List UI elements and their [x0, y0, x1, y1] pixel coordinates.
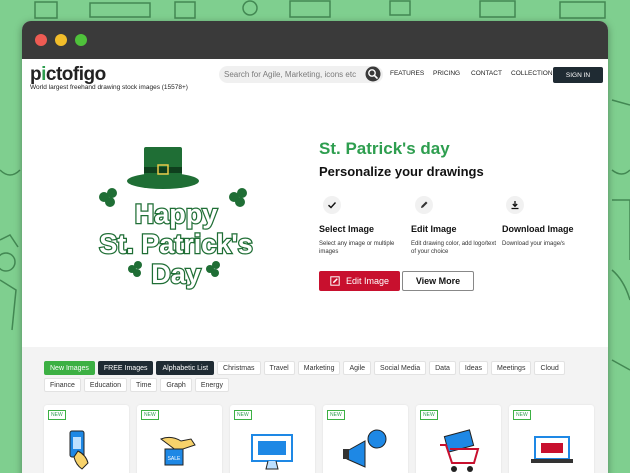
- new-badge: NEW: [234, 410, 252, 420]
- step-description: Select any image or multiple images: [319, 241, 395, 256]
- tag-christmas[interactable]: Christmas: [217, 361, 261, 375]
- tag-finance[interactable]: Finance: [44, 378, 81, 392]
- nav-features[interactable]: FEATURES: [390, 70, 424, 77]
- step-edit-image: Edit Image Edit drawing color, add logo/…: [411, 196, 501, 257]
- tag-marketing[interactable]: Marketing: [297, 361, 341, 375]
- image-card[interactable]: NEW SALE: [137, 405, 222, 473]
- phone-hand-icon: [69, 430, 89, 470]
- edit-image-button[interactable]: Edit Image: [319, 271, 400, 291]
- image-card[interactable]: NEW: [323, 405, 408, 473]
- image-card[interactable]: NEW: [416, 405, 501, 473]
- step-title: Select Image: [319, 224, 375, 234]
- laptop-sale-icon: [531, 436, 573, 463]
- hero-subtitle: Personalize your drawings: [319, 164, 484, 179]
- hero-title: St. Patrick's day: [319, 139, 450, 158]
- minimize-window-button[interactable]: [55, 34, 67, 46]
- window-titlebar: [22, 21, 608, 59]
- tag-cloud[interactable]: Cloud: [534, 361, 565, 375]
- tag-travel[interactable]: Travel: [263, 361, 295, 375]
- sign-in-button[interactable]: SIGN IN: [553, 67, 603, 83]
- view-more-button[interactable]: View More: [402, 271, 474, 291]
- maximize-window-button[interactable]: [75, 34, 87, 46]
- tag-free-images[interactable]: FREE Images: [97, 361, 154, 375]
- tag-alphabetic-list[interactable]: Alphabetic List: [156, 361, 215, 375]
- step-download-image: Download Image Download your image/s: [502, 196, 592, 248]
- art-line-2: St. Patrick's: [99, 229, 253, 259]
- browser-window: pictofigo World largest freehand drawing…: [22, 21, 608, 473]
- tag-meetings[interactable]: Meetings: [491, 361, 532, 375]
- nav-pricing[interactable]: PRICING: [433, 70, 460, 77]
- step-description: Download your image/s: [502, 241, 565, 247]
- st-patricks-art-icon[interactable]: Happy St. Patrick's Day: [88, 145, 268, 295]
- image-cards: NEW NEW SALE NEW NEW NEW NEW: [44, 405, 594, 473]
- gallery-section: New Images FREE Images Alphabetic List C…: [22, 347, 608, 473]
- step-title: Download Image: [502, 224, 574, 234]
- tag-social-media[interactable]: Social Media: [374, 361, 427, 375]
- nav-contact[interactable]: CONTACT: [471, 70, 502, 77]
- pencil-icon: [415, 196, 433, 214]
- checkmark-icon: [323, 196, 341, 214]
- new-badge: NEW: [513, 410, 531, 420]
- tag-ideas[interactable]: Ideas: [458, 361, 489, 375]
- step-title: Edit Image: [411, 224, 457, 234]
- edit-icon: [330, 276, 340, 286]
- site-logo[interactable]: pictofigo: [30, 64, 106, 86]
- tag-energy[interactable]: Energy: [194, 378, 229, 392]
- tag-time[interactable]: Time: [130, 378, 158, 392]
- image-card[interactable]: NEW: [509, 405, 594, 473]
- download-icon: [506, 196, 524, 214]
- site-tagline: World largest freehand drawing stock ima…: [30, 84, 188, 91]
- new-badge: NEW: [141, 410, 159, 420]
- tag-agile[interactable]: Agile: [343, 361, 372, 375]
- art-line-1: Happy: [135, 199, 218, 229]
- tag-new-images[interactable]: New Images: [44, 361, 95, 375]
- shopping-cart-icon: [440, 429, 480, 472]
- monitor-sale-icon: [251, 434, 293, 470]
- category-tags: New Images FREE Images Alphabetic List C…: [44, 361, 584, 392]
- edit-image-label: Edit Image: [345, 276, 390, 286]
- tag-graph[interactable]: Graph: [160, 378, 192, 392]
- step-select-image: Select Image Select any image or multipl…: [319, 196, 409, 257]
- image-card[interactable]: NEW: [44, 405, 129, 473]
- tag-education[interactable]: Education: [83, 378, 128, 392]
- card-hand-icon: SALE: [159, 436, 196, 466]
- image-card[interactable]: NEW: [230, 405, 315, 473]
- step-description: Edit drawing color, add logo/text of you…: [411, 241, 497, 256]
- new-badge: NEW: [48, 410, 66, 420]
- nav-collection[interactable]: COLLECTION: [511, 70, 553, 77]
- logo-text-end: ctofigo: [45, 64, 106, 85]
- close-window-button[interactable]: [35, 34, 47, 46]
- new-badge: NEW: [327, 410, 345, 420]
- tag-data[interactable]: Data: [429, 361, 456, 375]
- logo-text-start: p: [30, 64, 42, 85]
- megaphone-icon: [343, 429, 387, 468]
- search-icon[interactable]: [365, 66, 381, 82]
- svg-text:SALE: SALE: [168, 456, 181, 462]
- new-badge: NEW: [420, 410, 438, 420]
- search-input[interactable]: [219, 66, 383, 83]
- hero-section: Happy St. Patrick's Day St. Patrick's da…: [22, 91, 608, 347]
- art-line-3: Day: [151, 259, 201, 289]
